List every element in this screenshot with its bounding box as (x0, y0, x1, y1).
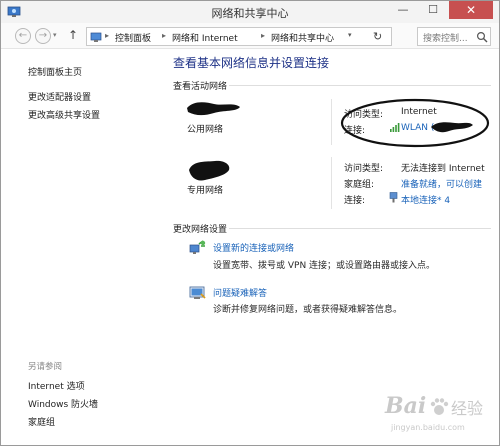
title-bar: 网络和共享中心 — ☐ ✕ (1, 1, 499, 23)
breadcrumb-network-sharing-center[interactable]: 网络和共享中心 (271, 31, 334, 44)
connection-label: 连接: (344, 196, 366, 206)
address-bar[interactable]: ▸ 控制面板 ▸ 网络和 Internet ▸ 网络和共享中心 ▾ ↻ (86, 27, 392, 46)
change-settings-heading: 更改网络设置 (173, 225, 228, 235)
window-frame: 网络和共享中心 — ☐ ✕ ← → ▾ ↑ ▸ 控制面板 ▸ 网络和 Inter… (0, 0, 500, 446)
close-button[interactable]: ✕ (449, 1, 493, 19)
address-dropdown-button[interactable]: ▾ (348, 31, 352, 39)
network-type-public: 公用网络 (187, 125, 224, 135)
access-type-value: 无法连接到 Internet (401, 164, 485, 174)
watermark-brand: Bai (385, 393, 427, 419)
new-connection-icon (189, 240, 206, 254)
homegroup-label: 家庭组: (344, 180, 375, 190)
troubleshoot-link[interactable]: 问题疑难解答 (213, 286, 267, 299)
baidu-watermark: Bai 经验 jingyan.baidu.com (381, 393, 497, 439)
search-input[interactable]: 搜索控制... (417, 27, 491, 46)
breadcrumb-control-panel[interactable]: 控制面板 (115, 31, 151, 44)
watermark-brand-suffix: 经验 (451, 399, 484, 418)
forward-button[interactable]: → (35, 28, 51, 44)
see-also-windows-firewall[interactable]: Windows 防火墙 (28, 397, 98, 410)
page-title: 查看基本网络信息并设置连接 (173, 56, 330, 70)
homegroup-link[interactable]: 准备就绪，可以创建 (401, 177, 482, 190)
redacted-network-name (187, 102, 240, 116)
maximize-button[interactable]: ☐ (419, 1, 447, 19)
search-icon[interactable] (476, 31, 488, 43)
see-also-heading: 另请参阅 (28, 362, 63, 372)
see-also-internet-options[interactable]: Internet 选项 (28, 379, 85, 392)
column-divider (331, 99, 332, 145)
refresh-button[interactable]: ↻ (373, 30, 382, 43)
sidebar-item-control-panel-home[interactable]: 控制面板主页 (28, 65, 82, 78)
setup-new-connection-link[interactable]: 设置新的连接或网络 (213, 241, 294, 254)
control-panel-icon (90, 32, 102, 42)
troubleshoot-description: 诊断并修复网络问题，或者获得疑难解答信息。 (213, 305, 403, 315)
task-pane: 控制面板主页 更改适配器设置 更改高级共享设置 另请参阅 Internet 选项… (1, 49, 161, 445)
navigation-bar: ← → ▾ ↑ ▸ 控制面板 ▸ 网络和 Internet ▸ 网络和共享中心 … (1, 23, 499, 49)
wired-connection-icon (389, 192, 398, 203)
annotation-ellipse (340, 98, 490, 148)
breadcrumb-network-internet[interactable]: 网络和 Internet (172, 31, 238, 44)
see-also-homegroup[interactable]: 家庭组 (28, 415, 55, 428)
breadcrumb-separator: ▸ (105, 31, 110, 40)
section-divider (229, 85, 491, 86)
setup-new-connection-description: 设置宽带、拨号或 VPN 连接；或设置路由器或接入点。 (213, 261, 436, 271)
sidebar-item-advanced-sharing-settings[interactable]: 更改高级共享设置 (28, 108, 100, 121)
up-button[interactable]: ↑ (68, 28, 78, 42)
column-divider (331, 157, 332, 209)
sidebar-item-change-adapter-settings[interactable]: 更改适配器设置 (28, 90, 91, 103)
troubleshoot-icon (189, 286, 206, 299)
recent-pages-dropdown[interactable]: ▾ (53, 31, 57, 39)
access-type-label: 访问类型: (344, 164, 384, 174)
minimize-button[interactable]: — (389, 1, 417, 19)
search-placeholder: 搜索控制... (423, 34, 468, 44)
paw-logo-icon (430, 398, 449, 415)
breadcrumb-separator: ▸ (162, 31, 167, 40)
network-type-private: 专用网络 (187, 186, 224, 196)
watermark-site: jingyan.baidu.com (391, 423, 465, 432)
section-divider (229, 228, 491, 229)
active-networks-heading: 查看活动网络 (173, 82, 228, 92)
breadcrumb-separator: ▸ (261, 31, 266, 40)
local-connection-link[interactable]: 本地连接* 4 (401, 193, 450, 206)
redacted-network-name (189, 160, 230, 181)
back-button[interactable]: ← (15, 28, 31, 44)
